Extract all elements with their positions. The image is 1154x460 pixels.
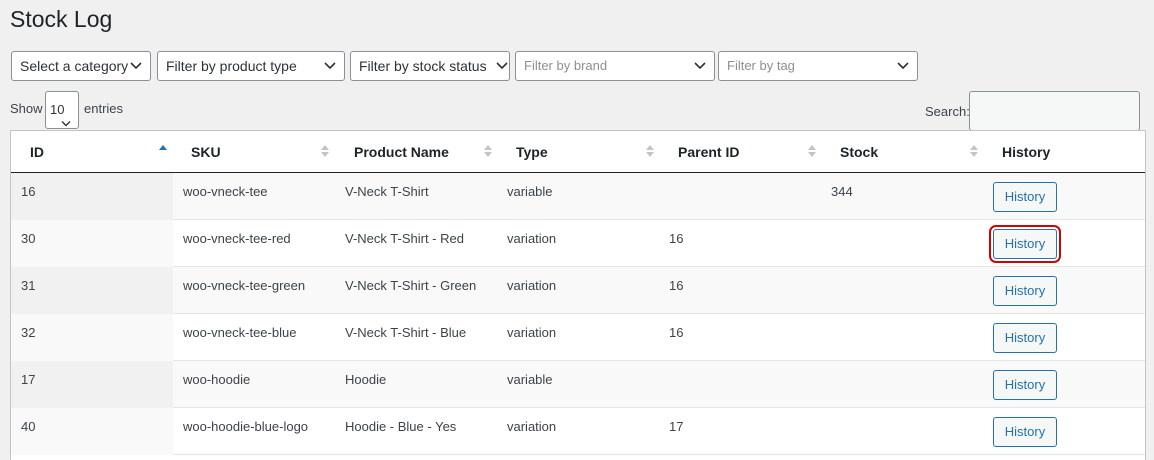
history-button[interactable]: History: [993, 182, 1057, 212]
cell-product-name: Hoodie - Blue - Yes: [345, 419, 457, 434]
column-header-product-name[interactable]: Product Name: [354, 131, 449, 173]
sort-icon: [970, 144, 978, 158]
sort-icon: [808, 144, 816, 158]
category-filter-label: Select a category: [20, 58, 129, 74]
column-header-sku[interactable]: SKU: [191, 131, 221, 173]
table-header: ID SKU Product Name Type Parent ID Stock…: [11, 131, 1145, 173]
cell-id: 32: [11, 314, 173, 361]
column-header-history-label: History: [1002, 144, 1051, 160]
chevron-down-icon: [324, 61, 336, 71]
sort-ascending-icon: [159, 144, 167, 158]
history-button[interactable]: History: [989, 225, 1061, 263]
column-header-stock[interactable]: Stock: [840, 131, 878, 173]
cell-type: variation: [507, 231, 557, 246]
cell-product-name: V-Neck T-Shirt: [345, 184, 429, 199]
history-button[interactable]: History: [993, 370, 1057, 400]
history-button[interactable]: History: [993, 276, 1057, 306]
entries-label: entries: [84, 101, 124, 116]
cell-sku: woo-hoodie: [183, 372, 251, 387]
stock-status-filter-label: Filter by stock status: [359, 58, 487, 74]
chevron-down-icon: [496, 61, 508, 71]
table-row: 16 woo-vneck-tee V-Neck T-Shirt variable…: [11, 173, 1145, 220]
chevron-down-icon: [130, 61, 142, 71]
cell-sku: woo-vneck-tee-red: [183, 231, 291, 246]
sort-icon: [321, 144, 329, 158]
page-title: Stock Log: [10, 6, 113, 32]
cell-id: 40: [11, 408, 173, 455]
cell-id: 17: [11, 361, 173, 408]
cell-type: variation: [507, 325, 557, 340]
column-header-type-label: Type: [516, 144, 548, 160]
cell-id: 16: [11, 173, 173, 220]
cell-type: variable: [507, 372, 553, 387]
table-row: 17 woo-hoodie Hoodie variable History: [11, 361, 1145, 408]
stock-status-filter[interactable]: Filter by stock status: [350, 51, 510, 81]
cell-parent-id: 16: [669, 231, 684, 246]
tag-filter-label: Filter by tag: [727, 58, 795, 73]
stock-log-table: ID SKU Product Name Type Parent ID Stock…: [10, 130, 1146, 460]
cell-parent-id: 16: [669, 278, 684, 293]
table-row: 32 woo-vneck-tee-blue V-Neck T-Shirt - B…: [11, 314, 1145, 361]
entries-select[interactable]: 10: [45, 91, 79, 129]
column-header-product-name-label: Product Name: [354, 144, 449, 160]
column-header-stock-label: Stock: [840, 144, 879, 160]
search-label: Search:: [925, 104, 970, 119]
product-type-filter[interactable]: Filter by product type: [157, 51, 345, 81]
cell-sku: woo-vneck-tee: [183, 184, 268, 199]
cell-type: variation: [507, 278, 557, 293]
column-header-parent-id-label: Parent ID: [678, 144, 740, 160]
tag-filter[interactable]: Filter by tag: [718, 51, 918, 81]
history-button[interactable]: History: [993, 323, 1057, 353]
history-button[interactable]: History: [993, 417, 1057, 447]
cell-parent-id: 16: [669, 325, 684, 340]
cell-product-name: Hoodie: [345, 372, 387, 387]
column-header-history: History: [1002, 131, 1050, 173]
sort-icon: [484, 144, 492, 158]
cell-product-name: V-Neck T-Shirt - Blue: [345, 325, 467, 340]
table-row: 31 woo-vneck-tee-green V-Neck T-Shirt - …: [11, 267, 1145, 314]
table-row: 40 woo-hoodie-blue-logo Hoodie - Blue - …: [11, 408, 1145, 455]
category-filter[interactable]: Select a category: [11, 51, 151, 81]
column-header-sku-label: SKU: [191, 144, 221, 160]
cell-product-name: V-Neck T-Shirt - Green: [345, 278, 477, 293]
cell-parent-id: 17: [669, 419, 684, 434]
cell-id: 30: [11, 220, 173, 267]
cell-sku: woo-hoodie-blue-logo: [183, 419, 309, 434]
brand-filter[interactable]: Filter by brand: [515, 51, 715, 81]
cell-sku: woo-vneck-tee-green: [183, 278, 306, 293]
column-header-parent-id[interactable]: Parent ID: [678, 131, 739, 173]
cell-type: variable: [507, 184, 553, 199]
column-header-id-label: ID: [30, 144, 44, 160]
cell-product-name: V-Neck T-Shirt - Red: [345, 231, 464, 246]
cell-type: variation: [507, 419, 557, 434]
chevron-down-icon: [694, 61, 706, 71]
column-header-type[interactable]: Type: [516, 131, 548, 173]
cell-sku: woo-vneck-tee-blue: [183, 325, 297, 340]
sort-icon: [646, 144, 654, 158]
cell-id: 31: [11, 267, 173, 314]
show-label: Show: [10, 101, 43, 116]
brand-filter-label: Filter by brand: [524, 58, 608, 73]
chevron-down-icon: [897, 61, 909, 71]
search-input[interactable]: [969, 91, 1140, 131]
table-row: 30 woo-vneck-tee-red V-Neck T-Shirt - Re…: [11, 220, 1145, 267]
column-header-id[interactable]: ID: [30, 131, 44, 173]
product-type-filter-label: Filter by product type: [166, 58, 297, 74]
cell-stock: 344: [831, 184, 853, 199]
